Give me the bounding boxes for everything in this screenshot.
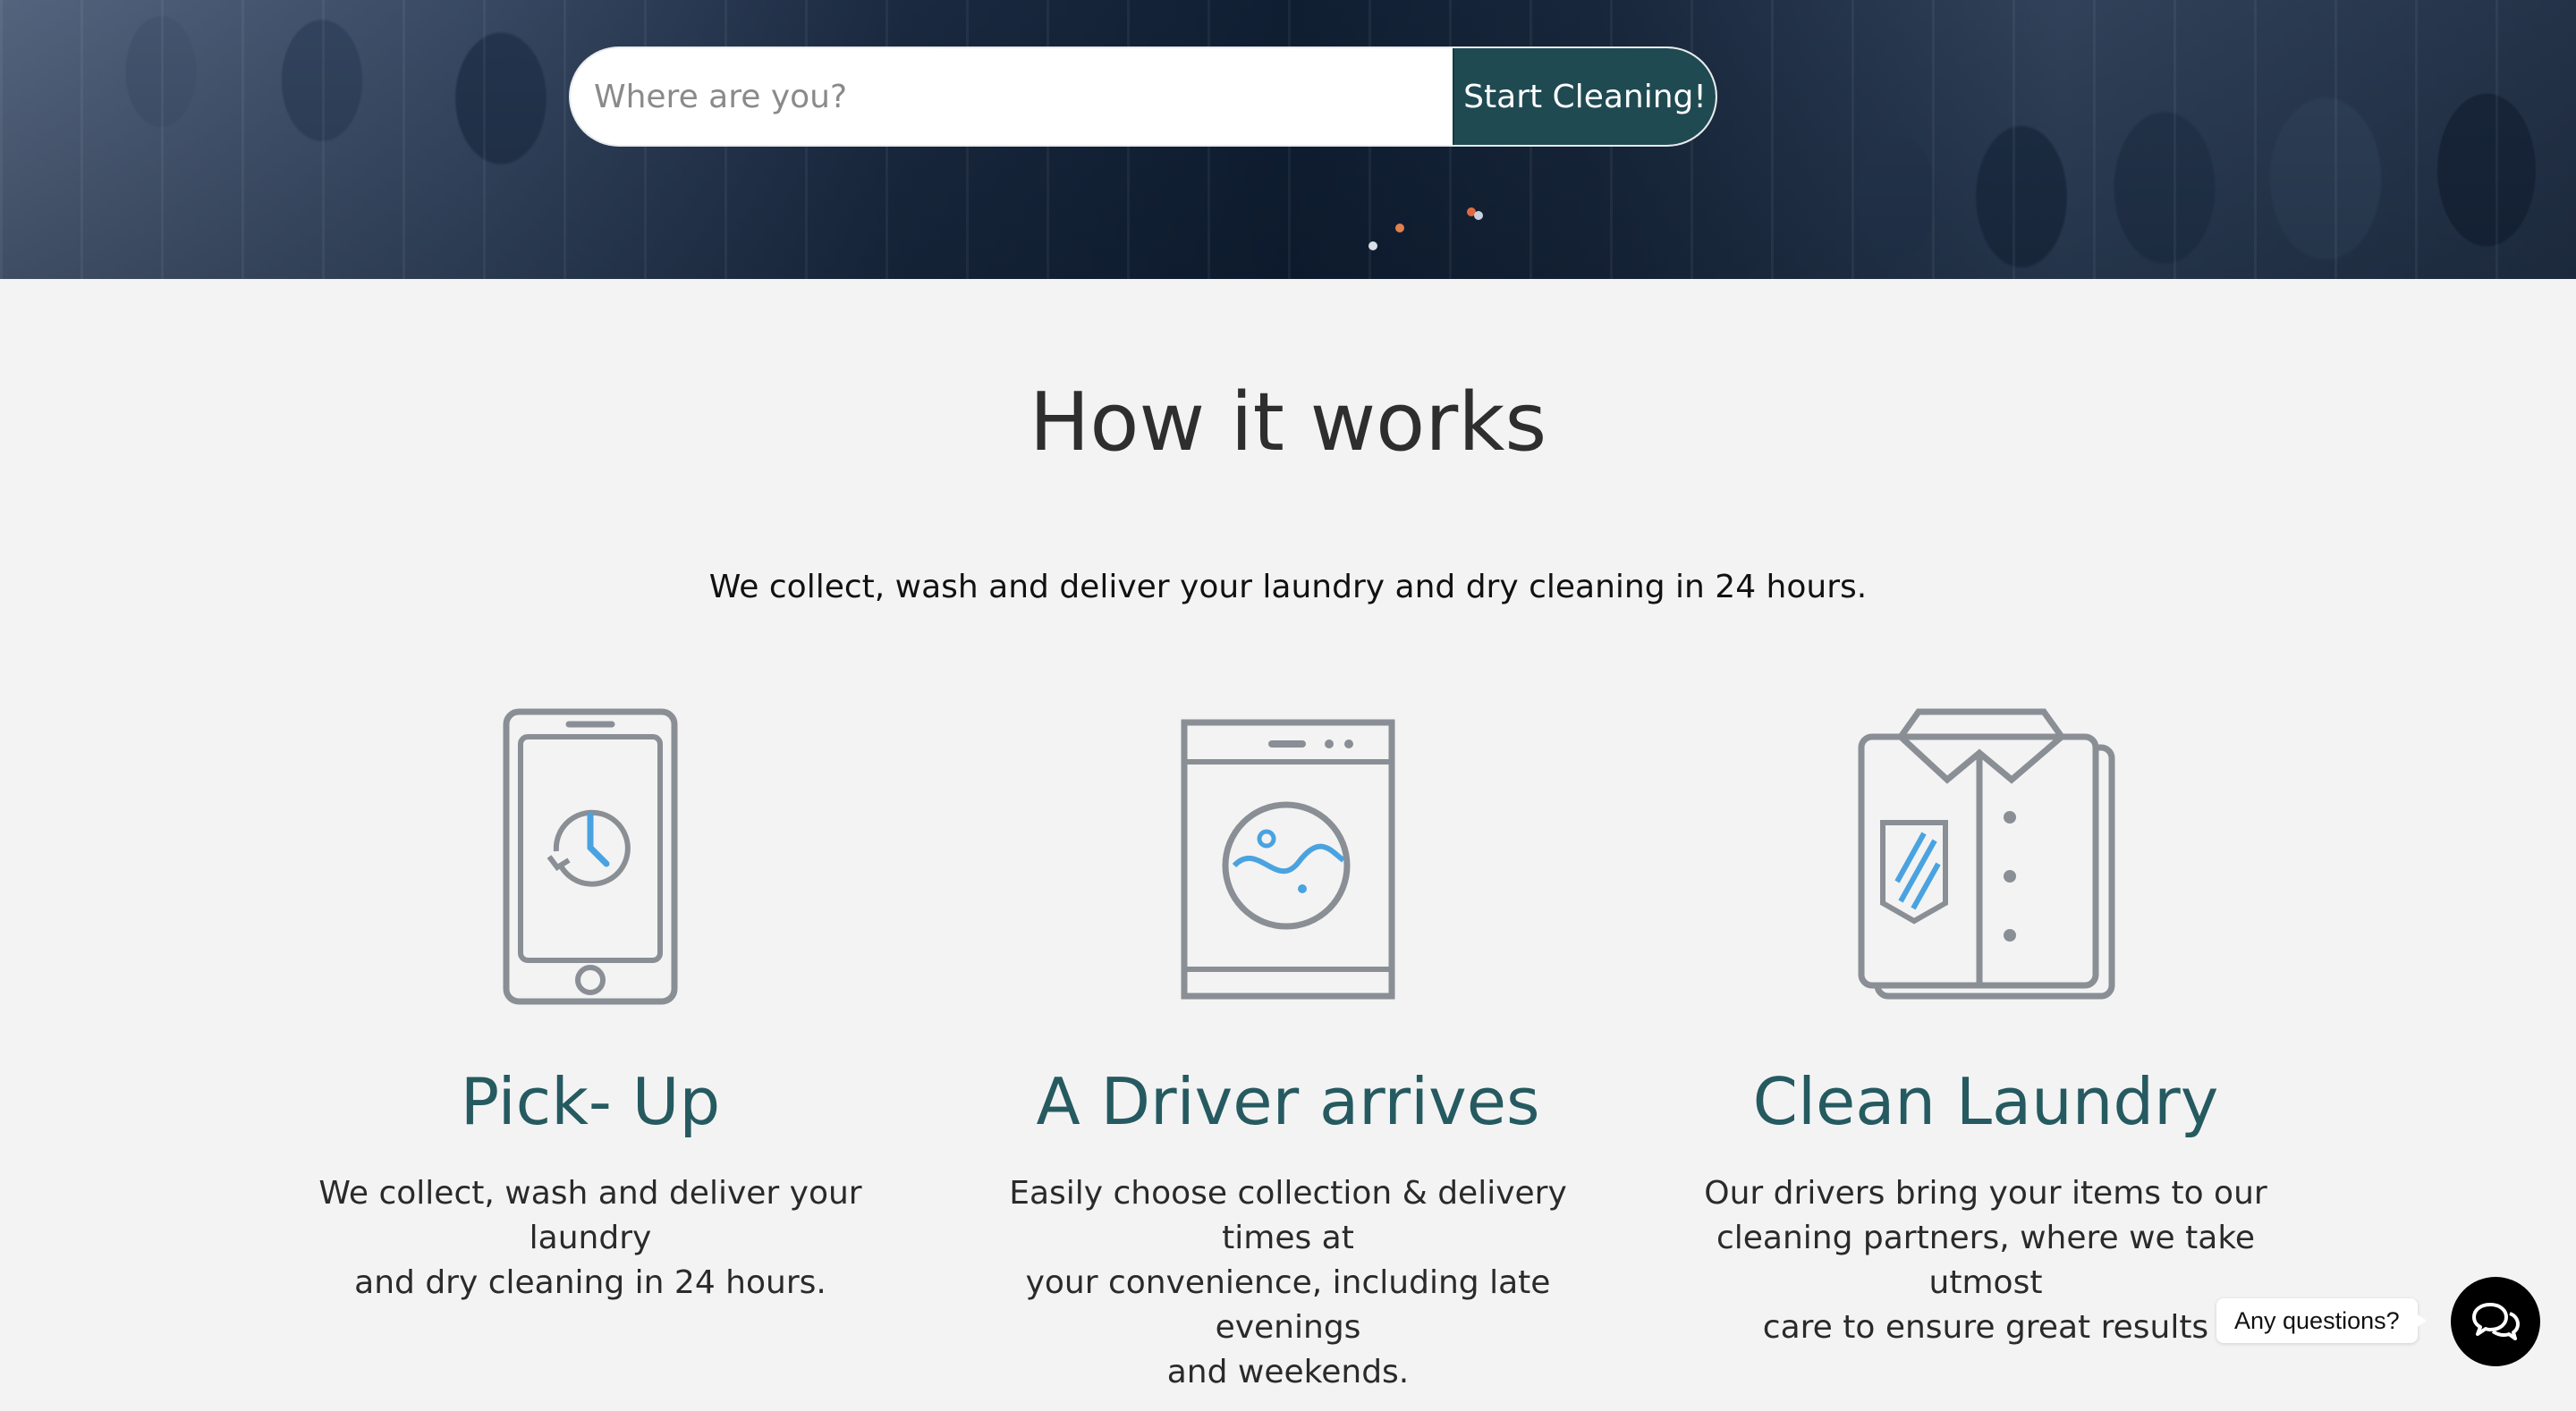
- hero-light: [1395, 224, 1404, 232]
- step-clean-laundry: Clean Laundry Our drivers bring your ite…: [1664, 706, 2308, 1346]
- location-search-input[interactable]: [571, 48, 1453, 145]
- hero-light: [1368, 241, 1377, 250]
- step-description-line: We collect, wash and deliver your laundr…: [318, 1175, 862, 1256]
- step-description-line: Easily choose collection & delivery time…: [1009, 1175, 1567, 1256]
- step-description-line: Our drivers bring your items to our: [1704, 1175, 2267, 1212]
- step-description: Our drivers bring your items to our clea…: [1664, 1171, 2308, 1350]
- chat-prompt-bubble[interactable]: Any questions?: [2216, 1298, 2427, 1343]
- step-description-line: cleaning partners, where we take utmost: [1716, 1220, 2256, 1301]
- step-title: Pick- Up: [460, 1064, 721, 1139]
- hero-light: [1474, 211, 1483, 220]
- phone-clock-icon: [503, 708, 678, 1005]
- step-description-line: care to ensure great results: [1762, 1309, 2209, 1346]
- chat-launcher-button[interactable]: [2451, 1277, 2540, 1366]
- step-driver-arrives: A Driver arrives Easily choose collectio…: [966, 706, 1610, 1390]
- chat-icon: [2472, 1303, 2520, 1340]
- step-description: Easily choose collection & delivery time…: [966, 1171, 1610, 1395]
- shirt-icon: [1858, 708, 2115, 1000]
- step-pick-up: Pick- Up We collect, wash and deliver yo…: [268, 706, 912, 1301]
- step-description-line: your convenience, including late evening…: [1025, 1264, 1551, 1346]
- step-title: Clean Laundry: [1752, 1064, 2219, 1139]
- step-description-line: and weekends.: [1166, 1354, 1410, 1390]
- step-description-line: and dry cleaning in 24 hours.: [354, 1264, 826, 1301]
- section-title: How it works: [1029, 376, 1547, 469]
- location-search-bar: Start Cleaning!: [571, 48, 1716, 145]
- start-cleaning-button[interactable]: Start Cleaning!: [1453, 48, 1716, 145]
- step-description: We collect, wash and deliver your laundr…: [268, 1171, 912, 1305]
- section-subtitle: We collect, wash and deliver your laundr…: [708, 569, 1868, 605]
- hero-banner: Start Cleaning!: [0, 0, 2576, 279]
- washing-machine-icon: [1181, 719, 1395, 1000]
- step-title: A Driver arrives: [1036, 1064, 1540, 1139]
